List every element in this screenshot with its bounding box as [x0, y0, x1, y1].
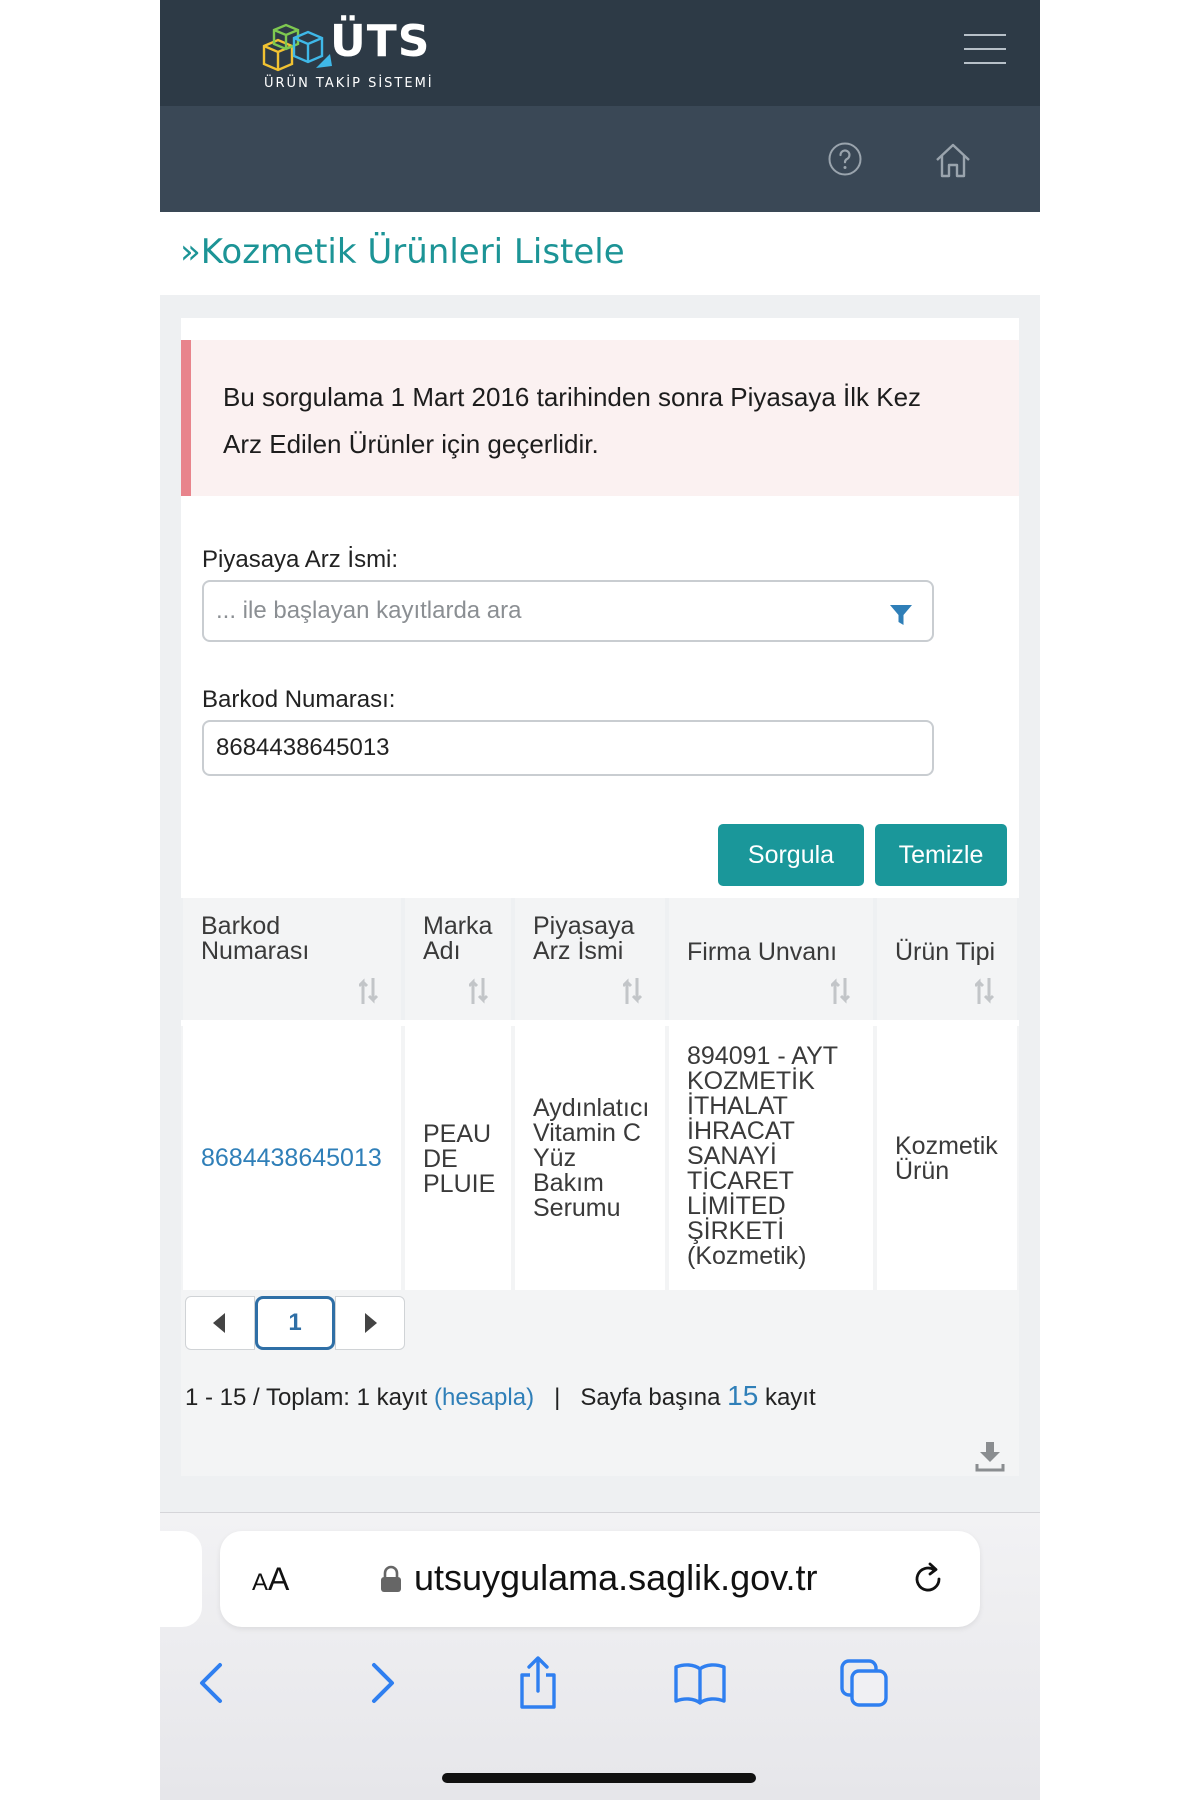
next-page-button[interactable]: [335, 1296, 405, 1350]
column-header-label: Marka Adı: [423, 912, 493, 965]
table-cell-barcode: 8684438645013: [183, 1026, 401, 1290]
address-bar[interactable]: AA utsuygulama.saglik.gov.tr: [220, 1531, 980, 1627]
column-header-company[interactable]: Firma Unvanı: [669, 898, 873, 1020]
lock-icon: [381, 1565, 401, 1592]
text-size-button[interactable]: AA: [252, 1561, 289, 1598]
record-range-text: 1 - 15 / Toplam: 1 kayıt: [185, 1384, 428, 1411]
sort-icon[interactable]: [975, 976, 999, 1006]
boxes-logo-icon: [262, 23, 332, 72]
hamburger-menu-icon[interactable]: [964, 34, 1006, 66]
caret-right-icon: [365, 1313, 377, 1333]
barcode-label: Barkod Numarası:: [202, 686, 396, 713]
table-cell-market-name: Aydınlatıcı Vitamin C Yüz Bakım Serumu: [515, 1026, 665, 1290]
forward-icon[interactable]: [352, 1655, 408, 1711]
info-alert: Bu sorgulama 1 Mart 2016 tarihinden sonr…: [181, 340, 1019, 496]
results-table-body: 8684438645013 PEAU DE PLUIE Aydınlatıcı …: [181, 1026, 1019, 1292]
sub-header: [160, 106, 1040, 212]
barcode-input-value: 8684438645013: [216, 734, 390, 761]
sort-icon[interactable]: [469, 976, 493, 1006]
sort-icon[interactable]: [623, 976, 647, 1006]
product-type-value: Kozmetik Ürün: [895, 1132, 998, 1185]
column-header-product-type[interactable]: Ürün Tipi: [877, 898, 1017, 1020]
current-page-button[interactable]: 1: [255, 1296, 335, 1350]
uts-logo[interactable]: ÜTS ÜRÜN TAKİP SİSTEMİ: [260, 14, 450, 96]
top-header: ÜTS ÜRÜN TAKİP SİSTEMİ: [160, 0, 1040, 106]
column-header-label: Barkod Numarası: [201, 912, 310, 965]
share-icon[interactable]: [510, 1655, 566, 1711]
barcode-link[interactable]: 8684438645013: [201, 1146, 382, 1171]
previous-tab-peek[interactable]: [160, 1531, 202, 1627]
clear-button[interactable]: Temizle: [875, 824, 1007, 886]
barcode-input[interactable]: 8684438645013: [202, 720, 934, 776]
column-header-label: Piyasaya Arz İsmi: [533, 912, 635, 965]
bookmarks-icon[interactable]: [672, 1655, 728, 1711]
market-name-value: Aydınlatıcı Vitamin C Yüz Bakım Serumu: [533, 1094, 650, 1222]
logo-title: ÜTS: [330, 16, 431, 67]
previous-page-button[interactable]: [185, 1296, 255, 1350]
table-footer: 1 1 - 15 / Toplam: 1 kayıt (hesapla) | S…: [181, 1292, 1019, 1476]
help-icon[interactable]: [828, 142, 862, 176]
brand-value: PEAU DE PLUIE: [423, 1120, 496, 1198]
column-header-label: Firma Unvanı: [687, 938, 838, 966]
caret-left-icon: [213, 1313, 225, 1333]
pagination-summary: 1 - 15 / Toplam: 1 kayıt (hesapla) | Say…: [185, 1380, 816, 1412]
home-indicator: [442, 1773, 756, 1783]
phone-screen: ÜTS ÜRÜN TAKİP SİSTEMİ »Kozmetik Ürünler…: [160, 0, 1040, 1800]
per-page-suffix: kayıt: [764, 1384, 816, 1411]
home-icon[interactable]: [934, 142, 972, 178]
column-header-market-name[interactable]: Piyasaya Arz İsmi: [515, 898, 665, 1020]
logo-subtitle: ÜRÜN TAKİP SİSTEMİ: [264, 76, 434, 91]
name-label: Piyasaya Arz İsmi:: [202, 546, 399, 573]
calculate-link[interactable]: (hesapla): [434, 1384, 534, 1411]
alert-accent-bar: [181, 340, 191, 496]
table-cell-company: 894091 - AYT KOZMETİK İTHALAT İHRACAT SA…: [669, 1026, 873, 1290]
sort-icon[interactable]: [359, 976, 383, 1006]
table-cell-brand: PEAU DE PLUIE: [405, 1026, 511, 1290]
column-header-brand[interactable]: Marka Adı: [405, 898, 511, 1020]
browser-toolbar: AA utsuygulama.saglik.gov.tr: [160, 1512, 1040, 1800]
query-button[interactable]: Sorgula: [718, 824, 864, 886]
filter-icon[interactable]: [888, 602, 914, 628]
tabs-icon[interactable]: [836, 1655, 892, 1711]
results-table-header: Barkod Numarası Marka Adı Piyasaya Arz İ…: [181, 898, 1019, 1020]
url-text[interactable]: utsuygulama.saglik.gov.tr: [414, 1557, 818, 1599]
page-title: »Kozmetik Ürünleri Listele: [180, 232, 625, 272]
table-cell-product-type: Kozmetik Ürün: [877, 1026, 1017, 1290]
company-value: 894091 - AYT KOZMETİK İTHALAT İHRACAT SA…: [687, 1042, 838, 1270]
per-page-select[interactable]: 15: [727, 1380, 758, 1411]
download-icon[interactable]: [975, 1440, 1005, 1472]
alert-text: Bu sorgulama 1 Mart 2016 tarihinden sonr…: [223, 382, 922, 459]
text-size-large-a: A: [268, 1561, 290, 1597]
content-card: Bu sorgulama 1 Mart 2016 tarihinden sonr…: [181, 318, 1019, 1476]
column-header-label: Ürün Tipi: [895, 938, 996, 966]
text-size-small-a: A: [252, 1569, 269, 1596]
per-page-label: Sayfa başına: [580, 1384, 721, 1411]
name-search-placeholder: ... ile başlayan kayıtlarda ara: [216, 597, 522, 624]
column-header-barcode[interactable]: Barkod Numarası: [183, 898, 401, 1020]
reload-icon[interactable]: [908, 1559, 948, 1599]
sort-icon[interactable]: [831, 976, 855, 1006]
name-search-input[interactable]: ... ile başlayan kayıtlarda ara: [202, 580, 934, 642]
back-icon[interactable]: [186, 1655, 242, 1711]
summary-separator: |: [554, 1384, 561, 1411]
